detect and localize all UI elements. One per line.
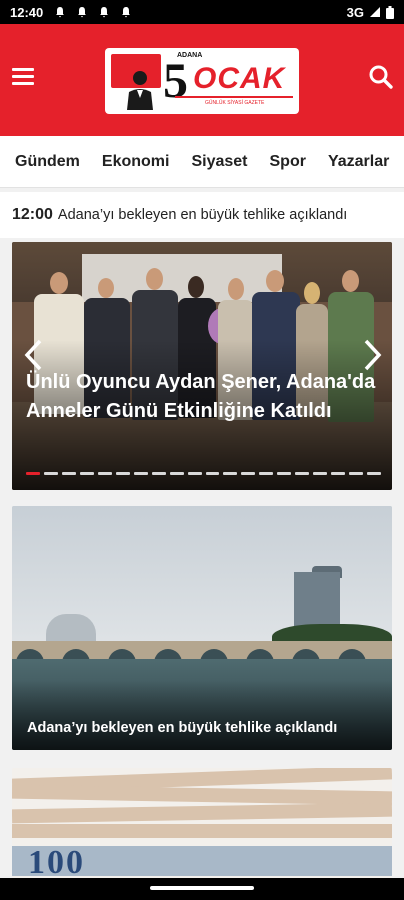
status-indicators: 3G <box>347 5 394 20</box>
slider-dot[interactable] <box>223 472 238 475</box>
category-siyaset[interactable]: Siyaset <box>191 153 247 171</box>
category-nav: Gündem Ekonomi Siyaset Spor Yazarlar <box>0 136 404 188</box>
slider-dot[interactable] <box>313 472 328 475</box>
next-slide-icon[interactable] <box>360 338 384 372</box>
slider-dot[interactable] <box>26 472 40 475</box>
slider-dot[interactable] <box>115 472 130 475</box>
slider-dot[interactable] <box>349 472 364 475</box>
slider-dot[interactable] <box>205 472 220 475</box>
slider-dot[interactable] <box>367 472 382 475</box>
status-time: 12:40 <box>10 4 44 20</box>
site-logo[interactable]: ADANA 5 OCAK GÜNLÜK SİYASİ GAZETE <box>105 48 299 114</box>
portrait-graphic <box>127 71 153 110</box>
news-card[interactable]: Adana’yı bekleyen en büyük tehlike açıkl… <box>12 506 392 750</box>
app-bar: ADANA 5 OCAK GÜNLÜK SİYASİ GAZETE <box>0 24 404 136</box>
slider-dot[interactable] <box>187 472 202 475</box>
slider-dot[interactable] <box>61 472 76 475</box>
previous-slide-icon[interactable] <box>22 338 46 372</box>
logo-stripe <box>175 96 293 98</box>
search-icon[interactable] <box>368 64 394 90</box>
menu-icon[interactable] <box>12 68 34 86</box>
slider-dot[interactable] <box>133 472 148 475</box>
slider-dot[interactable] <box>331 472 346 475</box>
slider-headline[interactable]: Ünlü Oyuncu Aydan Şener, Adana'da Annele… <box>26 368 381 426</box>
signal-icon <box>370 7 380 17</box>
slider-dot[interactable] <box>169 472 184 475</box>
slider-dot[interactable] <box>295 472 310 475</box>
network-type: 3G <box>346 4 364 20</box>
slider-dot[interactable] <box>259 472 274 475</box>
notification-bell-icon <box>56 7 65 18</box>
ticker-text: Adana’yı bekleyen en büyük tehlike açıkl… <box>57 207 348 223</box>
logo-tagline: GÜNLÜK SİYASİ GAZETE <box>205 100 265 106</box>
news-ticker[interactable]: 12:00 Adana’yı bekleyen en büyük tehlike… <box>0 192 404 238</box>
category-gundem[interactable]: Gündem <box>15 153 80 171</box>
battery-icon <box>386 5 394 19</box>
home-gesture-handle[interactable] <box>150 886 254 890</box>
logo-number: 5 <box>163 52 188 108</box>
slider-dot[interactable] <box>277 472 292 475</box>
category-ekonomi[interactable]: Ekonomi <box>102 153 170 171</box>
news-card[interactable]: 100 <box>12 768 392 878</box>
status-bar: 12:40 3G <box>0 0 404 24</box>
system-nav-bar <box>0 878 404 900</box>
banknote-graphic: 100 <box>28 844 85 878</box>
slider-dot[interactable] <box>241 472 256 475</box>
notification-bell-icon <box>122 7 131 18</box>
slider-dot[interactable] <box>97 472 112 475</box>
slider-pagination <box>26 472 382 475</box>
slider-dot[interactable] <box>79 472 94 475</box>
ticker-time: 12:00 <box>12 206 53 223</box>
notification-bell-icon <box>78 7 87 18</box>
headline-slider[interactable]: Ünlü Oyuncu Aydan Şener, Adana'da Annele… <box>12 242 392 490</box>
category-yazarlar[interactable]: Yazarlar <box>328 153 389 171</box>
slider-dot[interactable] <box>43 472 58 475</box>
logo-wordmark: OCAK <box>193 62 286 95</box>
slider-dot[interactable] <box>151 472 166 475</box>
category-spor[interactable]: Spor <box>270 153 306 171</box>
news-headline: Adana’yı bekleyen en büyük tehlike açıkl… <box>27 720 338 736</box>
notification-bell-icon <box>100 7 109 18</box>
